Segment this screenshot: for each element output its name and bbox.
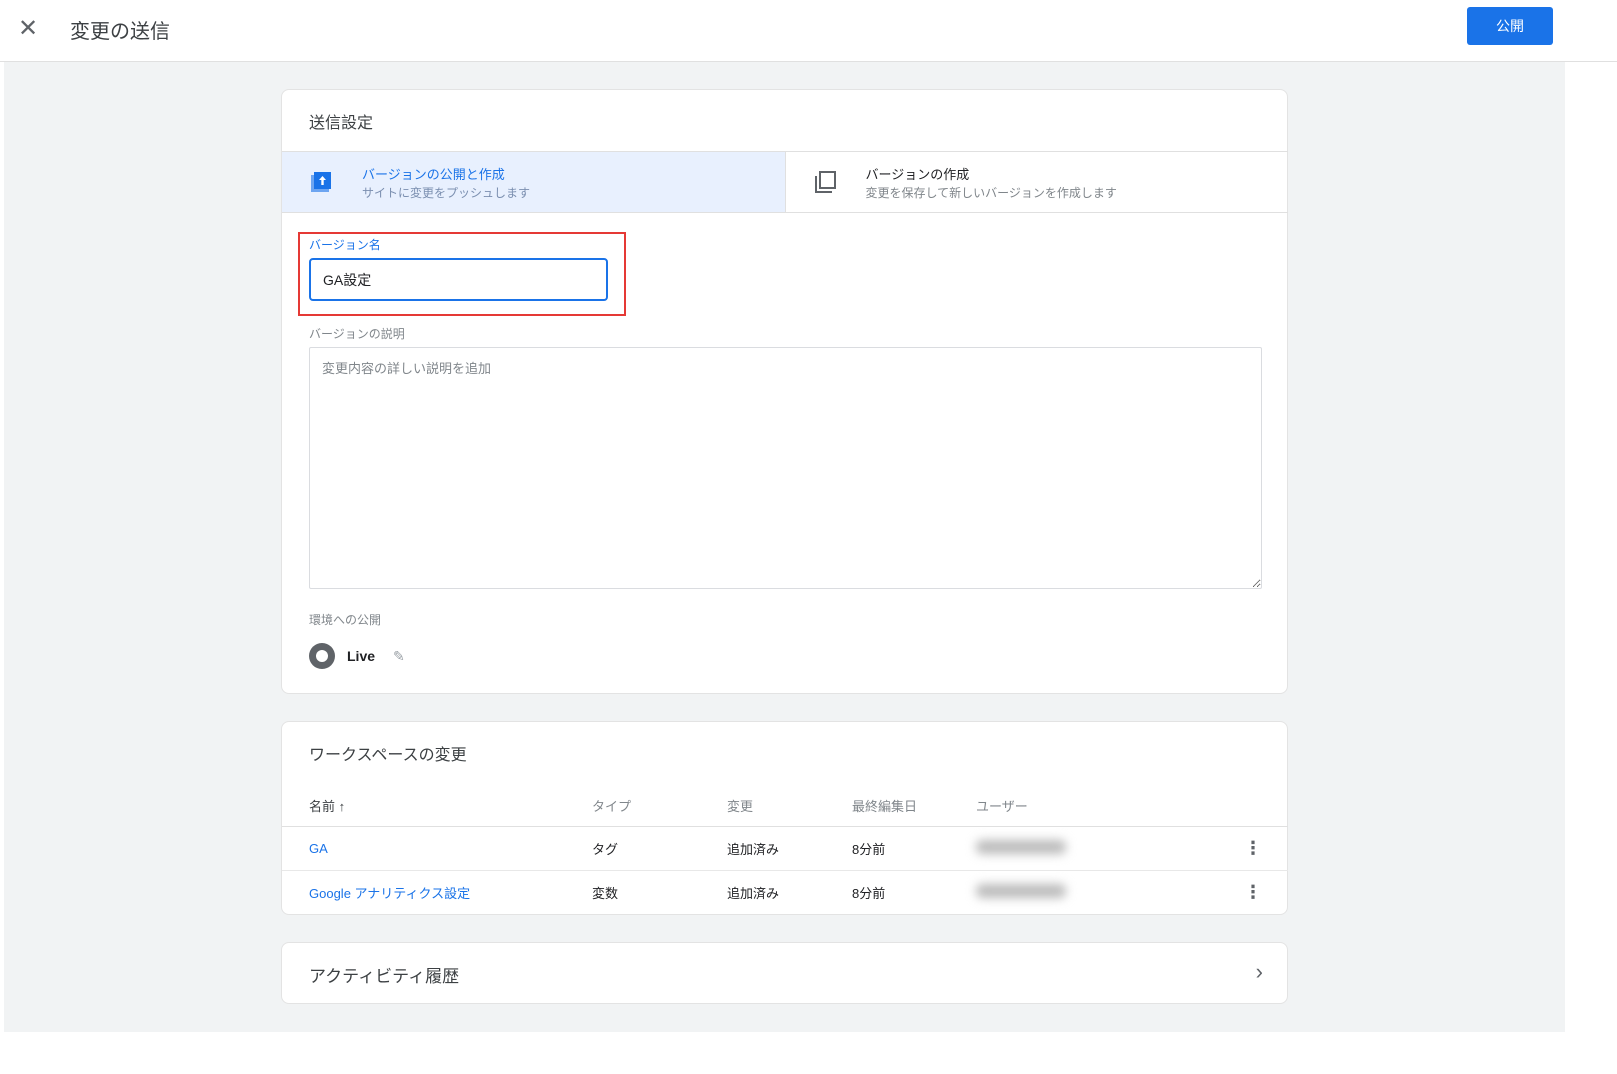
environment-name: Live: [347, 648, 376, 664]
column-header-type[interactable]: タイプ: [592, 786, 727, 827]
option-create-version[interactable]: バージョンの作成 変更を保存して新しいバージョンを作成します: [786, 152, 1289, 212]
item-change: 追加済み: [727, 885, 780, 901]
option-subtitle: サイトに変更をプッシュします: [362, 186, 531, 200]
section-title: ワークスペースの変更: [309, 747, 467, 764]
publish-button[interactable]: 公開: [1467, 7, 1553, 45]
column-header-user[interactable]: ユーザー: [976, 786, 1218, 827]
page-title: 変更の送信: [70, 21, 170, 43]
item-edited: 8分前: [852, 885, 886, 901]
chevron-right-icon[interactable]: ›: [1256, 959, 1263, 985]
copy-icon: [814, 171, 836, 193]
more-vert-icon[interactable]: ⋮: [1218, 826, 1288, 871]
environment-label: 環境への公開: [309, 613, 382, 627]
user-blurred: [976, 883, 1066, 898]
top-bar: ✕ 変更の送信 公開: [0, 0, 1617, 62]
option-publish-and-create[interactable]: バージョンの公開と作成 サイトに変更をプッシュします: [282, 152, 786, 212]
item-name-link[interactable]: Google アナリティクス設定: [309, 886, 470, 901]
workspace-changes-card: ワークスペースの変更 名前 ↑ タイプ 変更 最終編集日 ユーザー GA タグ …: [281, 721, 1288, 915]
column-header-change[interactable]: 変更: [727, 786, 852, 827]
item-edited: 8分前: [852, 826, 976, 871]
version-description-input[interactable]: [309, 347, 1262, 589]
section-title: アクティビティ履歴: [309, 967, 460, 986]
edit-pencil-icon[interactable]: ✎: [393, 648, 405, 665]
activity-history-card[interactable]: アクティビティ履歴 ›: [281, 942, 1288, 1004]
item-change: 追加済み: [727, 826, 852, 871]
section-title: 送信設定: [309, 115, 374, 132]
table-row: GA タグ 追加済み 8分前 ⋮: [282, 826, 1288, 871]
environment-row: Live ✎: [309, 643, 405, 669]
version-name-input[interactable]: [309, 258, 608, 301]
column-header-last-edited[interactable]: 最終編集日: [852, 786, 976, 827]
version-description-label: バージョンの説明: [309, 327, 405, 341]
item-type: 変数: [592, 885, 619, 901]
user-blurred: [976, 839, 1066, 854]
column-label: 名前: [309, 799, 336, 815]
arrow-up-icon: ↑: [338, 799, 346, 815]
option-title: バージョンの公開と作成: [362, 167, 505, 182]
column-header-actions: [1218, 786, 1288, 827]
option-title: バージョンの作成: [865, 167, 970, 182]
submission-settings-card: 送信設定 バージョンの公開と作成 サイトに変更をプッシュします バージョンの作成…: [281, 89, 1288, 694]
environment-icon: [309, 643, 335, 669]
column-header-name[interactable]: 名前 ↑: [282, 786, 592, 827]
item-name-link[interactable]: GA: [309, 841, 328, 856]
more-vert-icon[interactable]: ⋮: [1218, 870, 1288, 914]
version-name-label: バージョン名: [309, 238, 381, 252]
option-subtitle: 変更を保存して新しいバージョンを作成します: [865, 186, 1117, 200]
publish-icon: [311, 172, 331, 192]
changes-table: 名前 ↑ タイプ 変更 最終編集日 ユーザー GA タグ 追加済み 8分前 ⋮ …: [282, 786, 1288, 914]
close-icon[interactable]: ✕: [18, 14, 38, 43]
item-type: タグ: [592, 826, 727, 871]
table-row: Google アナリティクス設定 変数 追加済み 8分前 ⋮: [282, 870, 1288, 914]
submission-options: バージョンの公開と作成 サイトに変更をプッシュします バージョンの作成 変更を保…: [282, 151, 1288, 213]
